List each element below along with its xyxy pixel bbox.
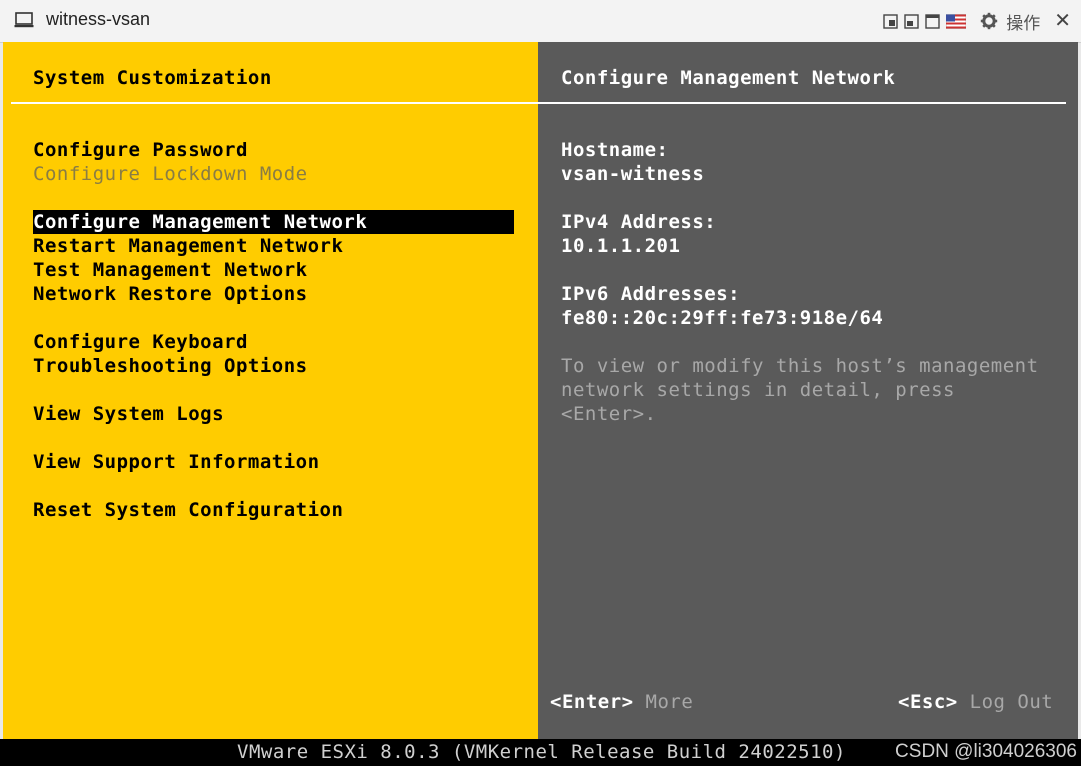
- window-controls: 操作 ✕: [883, 9, 1071, 34]
- help-note-line: To view or modify this host’s management: [561, 355, 1039, 377]
- ipv6-value: fe80::20c:29ff:fe73:918e/64: [561, 307, 884, 329]
- enter-key: <Enter>: [550, 691, 634, 713]
- ipv6-label: IPv6 Addresses:: [561, 283, 741, 305]
- close-icon[interactable]: ✕: [1054, 11, 1071, 31]
- vm-console-icon: [14, 12, 34, 28]
- menu-title: System Customization: [33, 67, 272, 89]
- esc-logout-hint[interactable]: <Esc> Log Out: [898, 690, 1053, 714]
- actions-menu[interactable]: 操作: [1006, 9, 1040, 34]
- status-bar: VMware ESXi 8.0.3 (VMKernel Release Buil…: [0, 739, 1081, 766]
- menu-item-restart-management-network[interactable]: Restart Management Network: [33, 234, 343, 258]
- info-pane: Configure Management Network Hostname: v…: [538, 42, 1078, 739]
- menu-item-troubleshooting-options[interactable]: Troubleshooting Options: [33, 354, 308, 378]
- help-note-line: <Enter>.: [561, 403, 657, 425]
- ipv4-label: IPv4 Address:: [561, 211, 717, 233]
- build-info: VMware ESXi 8.0.3 (VMKernel Release Buil…: [237, 741, 846, 763]
- info-title: Configure Management Network: [561, 67, 896, 89]
- menu-item-configure-management-network[interactable]: Configure Management Network: [33, 210, 514, 234]
- gear-icon[interactable]: [980, 12, 998, 30]
- menu-item-test-management-network[interactable]: Test Management Network: [33, 258, 308, 282]
- restore-icon[interactable]: [904, 13, 919, 29]
- watermark: CSDN @li304026306: [895, 741, 1077, 762]
- window-title: witness-vsan: [46, 9, 151, 29]
- info-title-divider: [538, 102, 1066, 104]
- ipv4-value: 10.1.1.201: [561, 235, 681, 257]
- keyboard-layout-flag-icon[interactable]: [946, 13, 967, 29]
- help-note-line: network settings in detail, press: [561, 379, 955, 401]
- menu-item-configure-keyboard[interactable]: Configure Keyboard: [33, 330, 248, 354]
- esc-action: Log Out: [969, 691, 1054, 713]
- fit-window-icon[interactable]: [883, 13, 898, 29]
- dcui-console[interactable]: System Customization Configure Password …: [3, 42, 1078, 739]
- hostname-label: Hostname:: [561, 139, 669, 161]
- hostname-value: vsan-witness: [561, 163, 705, 185]
- menu-item-configure-password[interactable]: Configure Password: [33, 138, 248, 162]
- enter-action: More: [645, 691, 694, 713]
- menu-title-divider: [11, 102, 538, 104]
- enter-more-hint[interactable]: <Enter> More: [550, 690, 693, 714]
- menu-item-network-restore-options[interactable]: Network Restore Options: [33, 282, 308, 306]
- menu-item-view-system-logs[interactable]: View System Logs: [33, 402, 224, 426]
- esc-key: <Esc>: [898, 691, 958, 713]
- fullscreen-icon[interactable]: [925, 13, 940, 29]
- menu-pane: System Customization Configure Password …: [3, 42, 538, 739]
- menu-item-reset-system-configuration[interactable]: Reset System Configuration: [33, 498, 343, 522]
- menu-item-configure-lockdown-mode: Configure Lockdown Mode: [33, 163, 308, 185]
- window-title-bar: witness-vsan 操作 ✕: [0, 0, 1081, 43]
- menu-item-view-support-information[interactable]: View Support Information: [33, 450, 320, 474]
